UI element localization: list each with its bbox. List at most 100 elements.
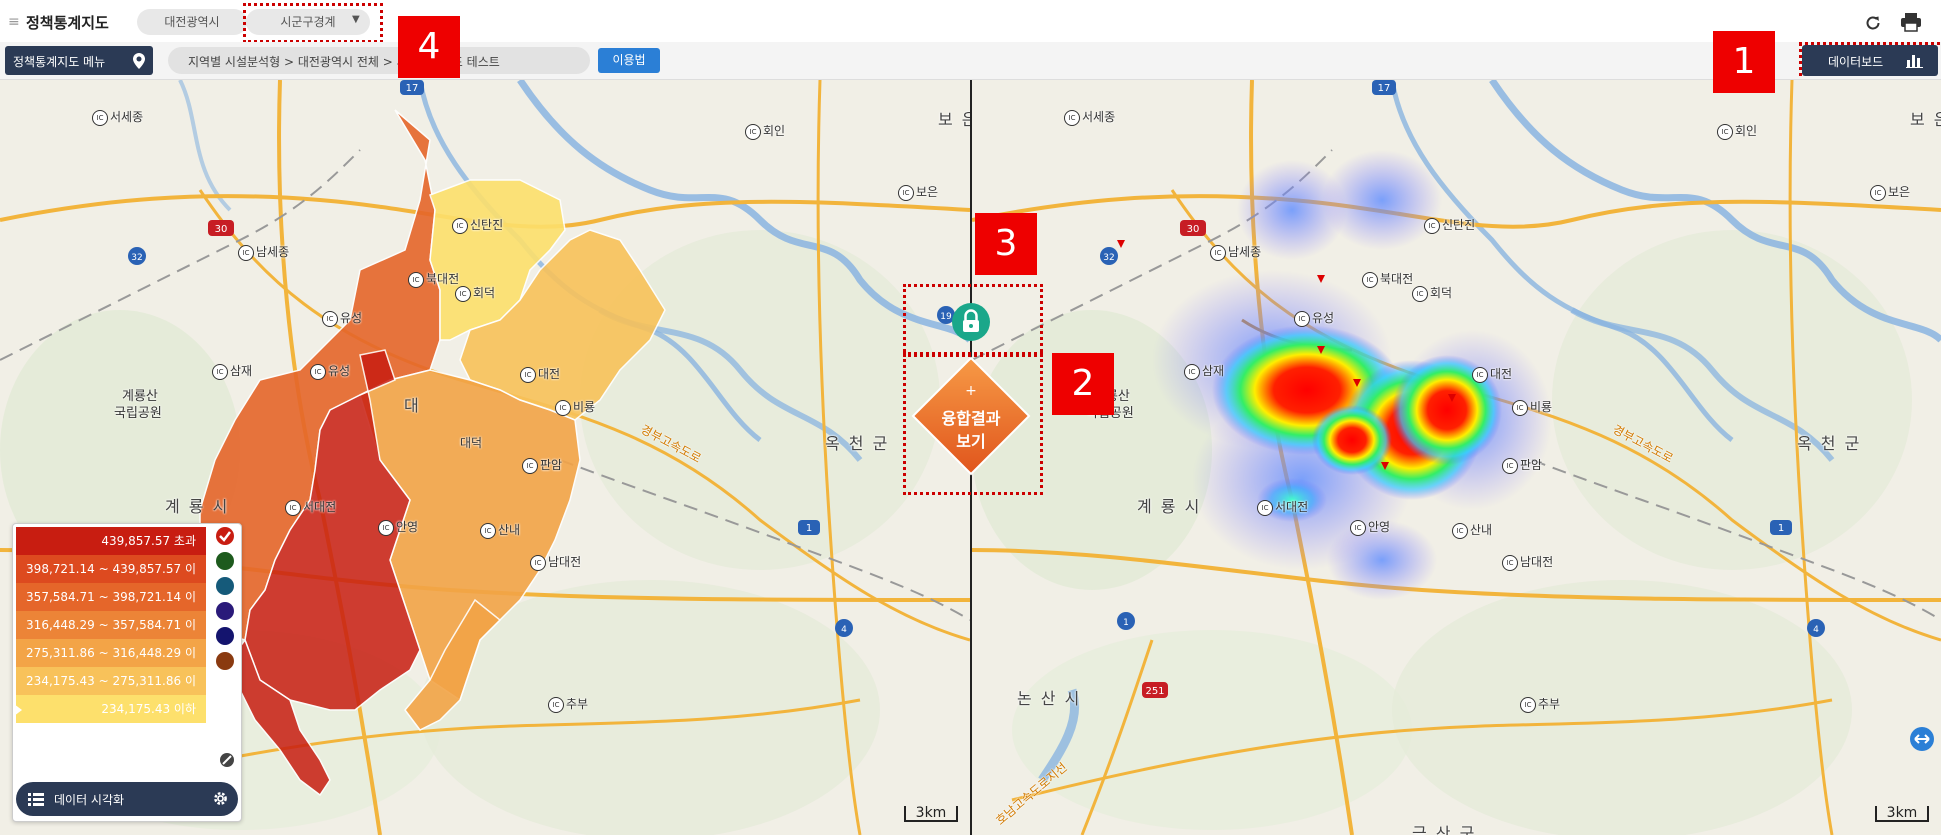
expand-icon[interactable] — [1909, 726, 1935, 752]
place-label: IC 유성 — [322, 309, 362, 327]
place-label: IC 남대전 — [1502, 553, 1553, 571]
ic-icon: IC — [548, 696, 564, 713]
place-label: 금 산 군 — [1412, 824, 1477, 835]
legend-row: 275,311.86 ~ 316,448.29 이하 — [16, 639, 206, 688]
road-shield: 251 — [1142, 682, 1168, 698]
place-label: IC 산내 — [1452, 521, 1492, 539]
app-title: 정책통계지도 — [26, 14, 109, 32]
place-label: 국립공원 — [114, 406, 162, 421]
help-button[interactable]: 이용법 — [598, 48, 660, 73]
refresh-icon[interactable] — [1864, 14, 1882, 32]
ic-icon: IC — [1064, 109, 1080, 126]
road-shield: 32 — [1100, 247, 1118, 265]
ic-icon: IC — [480, 522, 496, 539]
place-label: IC 서대전 — [1257, 498, 1308, 516]
place-label: IC 판암 — [522, 456, 562, 474]
ic-icon: IC — [1512, 399, 1528, 416]
road-shield: 1 — [1770, 520, 1792, 535]
no-icon[interactable] — [219, 752, 235, 768]
ic-icon: IC — [745, 123, 761, 140]
place-label: 옥 천 군 — [825, 434, 890, 453]
place-label: 보 은 — [938, 110, 970, 129]
palette-swatch[interactable] — [216, 577, 234, 595]
place-label: IC 삼재 — [212, 362, 252, 380]
top-bar: ≡ 정책통계지도 대전광역시 시군구경계 ▼ — [0, 0, 1941, 43]
place-label: IC 추부 — [548, 695, 588, 713]
list-icon — [28, 793, 44, 806]
svg-text:1: 1 — [1778, 523, 1784, 534]
ic-icon: IC — [408, 271, 424, 288]
breadcrumb: 지역별 시설분석형 > 대전광역시 전체 > 시설분석지표 테스트 — [168, 47, 590, 74]
place-label: 계 룡 시 — [1137, 497, 1202, 516]
place-label: IC 추부 — [1520, 695, 1560, 713]
ic-icon: IC — [1472, 366, 1488, 383]
place-label: IC 회인 — [745, 122, 785, 140]
ic-icon: IC — [1424, 217, 1440, 234]
road-shield: 1 — [1117, 612, 1135, 630]
sub-bar: 정책통계지도 메뉴 지역별 시설분석형 > 대전광역시 전체 > 시설분석지표 … — [0, 42, 1941, 84]
palette-swatch-selected[interactable] — [216, 527, 234, 545]
data-visualization-button[interactable]: 데이터 시각화 — [16, 782, 238, 816]
ic-icon: IC — [212, 363, 228, 380]
place-label: IC 남세종 — [1210, 243, 1261, 261]
ic-icon: IC — [1502, 457, 1518, 474]
menu-icon[interactable]: ≡ — [8, 14, 20, 30]
palette-swatch[interactable] — [216, 652, 234, 670]
legend-row: 234,175.43 ~ 275,311.86 이하 — [16, 667, 206, 716]
svg-text:32: 32 — [131, 253, 142, 263]
svg-text:30: 30 — [215, 224, 228, 235]
ic-icon: IC — [530, 554, 546, 571]
ic-icon: IC — [1294, 310, 1310, 327]
road-shield: 1 — [798, 520, 820, 535]
ic-icon: IC — [520, 366, 536, 383]
ic-icon: IC — [898, 184, 914, 201]
svg-text:251: 251 — [1145, 686, 1164, 697]
place-label: IC 보은 — [1870, 183, 1910, 201]
place-label: IC 보은 — [898, 183, 938, 201]
ic-icon: IC — [1257, 499, 1273, 516]
pin-icon — [133, 53, 145, 69]
policy-map-menu-button[interactable]: 정책통계지도 메뉴 — [5, 46, 153, 75]
scale-bar: 3km — [904, 806, 958, 822]
palette-swatch[interactable] — [216, 552, 234, 570]
ic-icon: IC — [1452, 522, 1468, 539]
place-label: IC 산내 — [480, 521, 520, 539]
right-map-canvas: 30 17 32 1 4 1 251 — [972, 80, 1941, 835]
menu-button-label: 정책통계지도 메뉴 — [13, 55, 106, 69]
ic-icon: IC — [1210, 244, 1226, 261]
place-label: IC 비룡 — [555, 398, 595, 416]
step-badge-3: 3 — [975, 213, 1037, 275]
ic-icon: IC — [92, 109, 108, 126]
place-label: 대 — [404, 396, 421, 415]
palette-swatch[interactable] — [216, 602, 234, 620]
step-badge-4: 4 — [398, 16, 460, 78]
ic-icon: IC — [1350, 519, 1366, 536]
print-icon[interactable] — [1900, 12, 1922, 32]
place-label: 계 룡 시 — [165, 497, 230, 516]
scale-bar: 3km — [1875, 806, 1929, 822]
right-map[interactable]: 30 17 32 1 4 1 251 IC서세종 IC회인 보 은 IC보은 I… — [972, 80, 1941, 835]
legend-panel: 439,857.57 초과398,721.14 ~ 439,857.57 이하3… — [12, 523, 242, 822]
ic-icon: IC — [322, 310, 338, 327]
place-label: IC 회덕 — [455, 284, 495, 302]
gear-icon[interactable] — [212, 790, 229, 807]
road-shield: 4 — [1807, 619, 1825, 637]
place-label: IC 서대전 — [285, 498, 336, 516]
road-shield: 32 — [128, 247, 146, 265]
palette-swatch[interactable] — [216, 627, 234, 645]
legend-row: 234,175.43 이하 — [16, 695, 206, 723]
legend-collapse-tab[interactable] — [14, 704, 22, 716]
ic-icon: IC — [1717, 123, 1733, 140]
legend-row: 398,721.14 ~ 439,857.57 이하 — [16, 555, 206, 604]
ic-icon: IC — [1362, 271, 1378, 288]
svg-text:32: 32 — [1103, 253, 1114, 263]
region-selector[interactable]: 대전광역시 — [137, 9, 247, 35]
place-label: IC 회인 — [1717, 122, 1757, 140]
road-shield: 30 — [1180, 220, 1206, 236]
place-label: 보 은 — [1910, 110, 1941, 129]
place-label: IC 북대전 — [408, 270, 459, 288]
ic-icon: IC — [310, 363, 326, 380]
place-label: IC 삼재 — [1184, 362, 1224, 380]
step-badge-1: 1 — [1713, 31, 1775, 93]
ic-icon: IC — [1520, 696, 1536, 713]
